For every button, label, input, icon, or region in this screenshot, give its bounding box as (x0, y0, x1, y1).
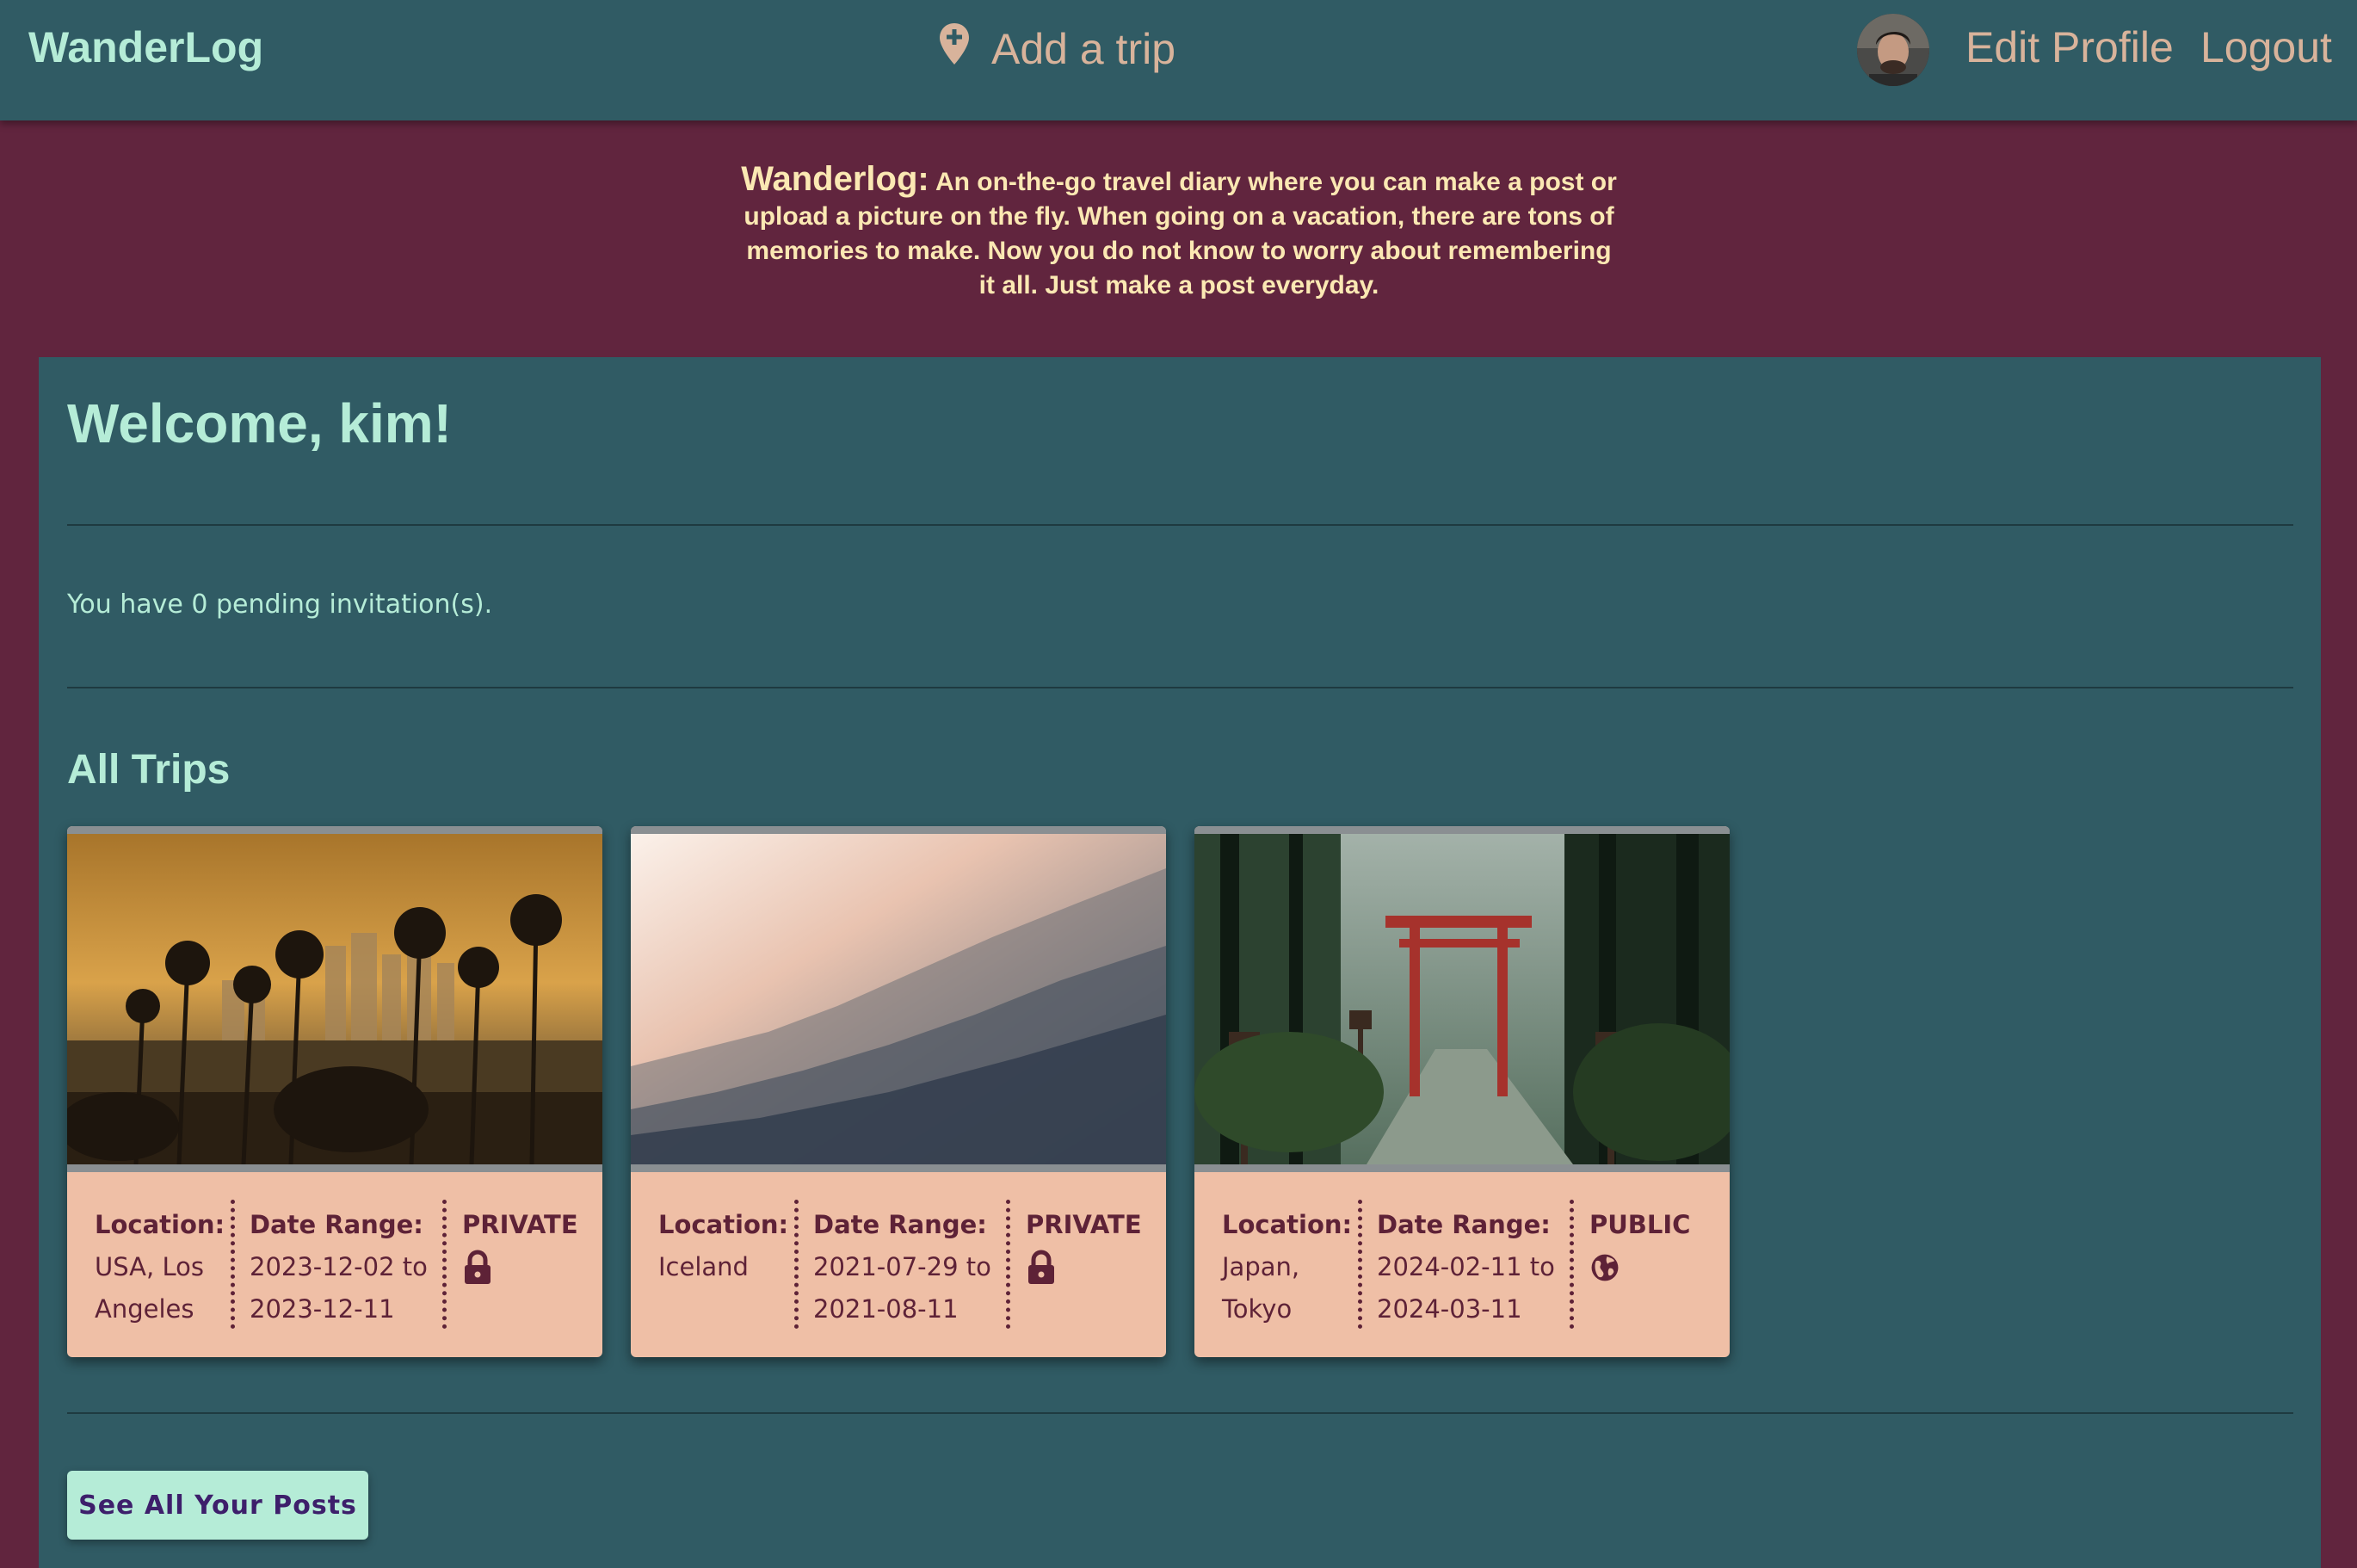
date-range-value: 2023-12-02 to 2023-12-11 (250, 1252, 428, 1324)
location-value: Japan, Tokyo (1222, 1252, 1300, 1324)
dotted-separator (1358, 1200, 1362, 1329)
trip-card-iceland[interactable]: Location: Iceland Date Range: 2021-07-29… (631, 826, 1166, 1357)
logout-link[interactable]: Logout (2200, 22, 2332, 72)
trip-card-tokyo[interactable]: Location: Japan, Tokyo Date Range: 2024-… (1194, 826, 1730, 1357)
trip-card-los-angeles[interactable]: Location: USA, Los Angeles Date Range: 2… (67, 826, 602, 1357)
trip-date-range: Date Range: 2023-12-02 to 2023-12-11 (250, 1204, 435, 1330)
add-trip-link[interactable]: Add a trip (938, 19, 1175, 79)
trip-image-tokyo (1194, 826, 1730, 1172)
user-avatar[interactable] (1857, 14, 1929, 86)
visibility-label: PRIVATE (1026, 1210, 1142, 1239)
location-value: Iceland (658, 1252, 749, 1281)
date-range-value: 2021-07-29 to 2021-08-11 (813, 1252, 991, 1324)
trip-visibility: PRIVATE (1026, 1204, 1155, 1286)
dotted-separator (794, 1200, 799, 1329)
dotted-separator (1570, 1200, 1574, 1329)
brand-logo-link[interactable]: WanderLog (28, 22, 263, 72)
date-range-label: Date Range: (813, 1210, 987, 1239)
date-range-value: 2024-02-11 to 2024-03-11 (1377, 1252, 1555, 1324)
add-trip-label: Add a trip (991, 25, 1176, 73)
location-label: Location: (658, 1210, 789, 1239)
edit-profile-link[interactable]: Edit Profile (1965, 22, 2174, 72)
lock-icon (465, 1250, 491, 1284)
trip-image-los-angeles (67, 826, 602, 1172)
divider (67, 524, 2293, 526)
globe-icon (1591, 1254, 1619, 1281)
trip-date-range: Date Range: 2024-02-11 to 2024-03-11 (1377, 1204, 1562, 1330)
trip-image-iceland (631, 826, 1166, 1172)
see-all-posts-button[interactable]: See All Your Posts (67, 1471, 368, 1540)
trip-card-body: Location: Iceland Date Range: 2021-07-29… (631, 1172, 1166, 1357)
dotted-separator (1006, 1200, 1010, 1329)
avatar-image (1857, 14, 1929, 86)
top-navbar: WanderLog Add a trip Edit Profile Logout (0, 0, 2357, 120)
divider (67, 687, 2293, 688)
visibility-label: PRIVATE (462, 1210, 578, 1239)
dotted-separator (442, 1200, 447, 1329)
hero-description: Wanderlog: An on-the-go travel diary whe… (740, 162, 1618, 303)
trip-location: Location: Iceland (658, 1204, 789, 1288)
welcome-heading: Welcome, kim! (67, 392, 452, 454)
location-label: Location: (1222, 1210, 1353, 1239)
lock-icon (1028, 1250, 1054, 1284)
hero-title: Wanderlog: (741, 160, 929, 198)
main-panel: Welcome, kim! You have 0 pending invitat… (39, 357, 2321, 1568)
dotted-separator (231, 1200, 235, 1329)
trip-card-body: Location: Japan, Tokyo Date Range: 2024-… (1194, 1172, 1730, 1357)
map-pin-plus-icon (940, 23, 969, 65)
pending-invitations-text: You have 0 pending invitation(s). (67, 590, 493, 620)
trip-location: Location: USA, Los Angeles (95, 1204, 225, 1330)
trip-visibility: PUBLIC (1589, 1204, 1718, 1286)
location-value: USA, Los Angeles (95, 1252, 204, 1324)
location-label: Location: (95, 1210, 225, 1239)
visibility-label: PUBLIC (1589, 1210, 1691, 1239)
date-range-label: Date Range: (1377, 1210, 1551, 1239)
date-range-label: Date Range: (250, 1210, 423, 1239)
all-trips-heading: All Trips (67, 747, 231, 793)
trip-location: Location: Japan, Tokyo (1222, 1204, 1353, 1330)
trip-visibility: PRIVATE (462, 1204, 591, 1286)
trip-date-range: Date Range: 2021-07-29 to 2021-08-11 (813, 1204, 998, 1330)
divider (67, 1412, 2293, 1414)
trip-card-body: Location: USA, Los Angeles Date Range: 2… (67, 1172, 602, 1357)
